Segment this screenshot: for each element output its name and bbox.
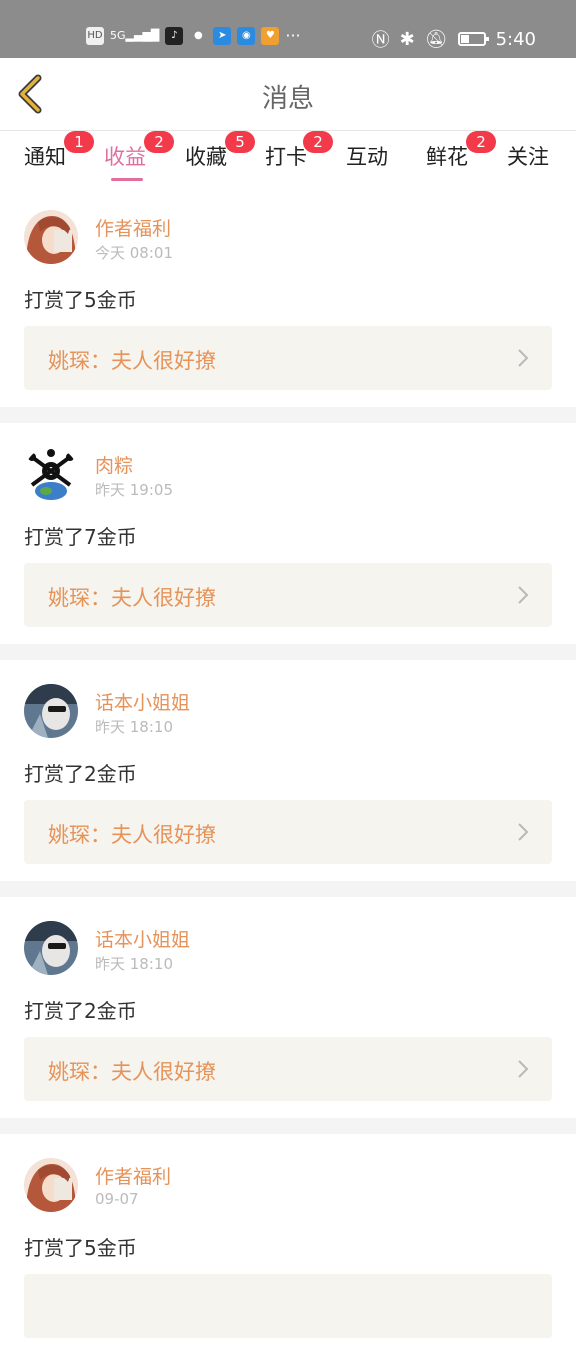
tab-bar: 通知 1 收益 2 收藏 5 打卡 2 互动 鲜花 2 关注 <box>0 131 576 185</box>
list-item: 作者福利 09-07 打赏了5金币 <box>0 1134 576 1355</box>
status-bar-right: Ⓝ ✱ 🔕︎ 5:40 <box>372 26 536 52</box>
book-link[interactable]: 姚琛：夫人很好撩 <box>24 1037 552 1101</box>
message-text: 打赏了2金币 <box>24 999 137 1023</box>
nfc-icon: Ⓝ <box>371 30 390 51</box>
app-header: 消息 <box>0 58 576 131</box>
avatar[interactable] <box>24 447 78 501</box>
bluetooth-icon: ✱ <box>399 28 415 50</box>
tab-checkin[interactable]: 打卡 2 <box>265 131 333 171</box>
list-item: 作者福利 今天 08:01 打赏了5金币 姚琛：夫人很好撩 <box>0 186 576 407</box>
list-item: 话本小姐姐 昨天 18:10 打赏了2金币 姚琛：夫人很好撩 <box>0 897 576 1118</box>
chevron-right-icon <box>518 349 529 367</box>
hd-icon: HD <box>86 26 104 45</box>
chevron-right-icon <box>518 586 529 604</box>
book-link[interactable] <box>24 1274 552 1338</box>
list-item: 肉粽 昨天 19:05 打赏了7金币 姚琛：夫人很好撩 <box>0 423 576 644</box>
5g-signal-icon: 5G▂▄▆█ <box>110 29 160 42</box>
book-title: 姚琛：夫人很好撩 <box>48 1060 216 1084</box>
clock: 5:40 <box>495 28 536 50</box>
message-text: 打赏了7金币 <box>24 525 137 549</box>
divider <box>0 644 576 660</box>
book-link[interactable]: 姚琛：夫人很好撩 <box>24 563 552 627</box>
more-icon: ··· <box>285 26 301 45</box>
avatar[interactable] <box>24 1158 78 1212</box>
tab-notifications[interactable]: 通知 1 <box>24 131 94 171</box>
tab-label: 鲜花 <box>426 145 468 169</box>
tab-favorites[interactable]: 收藏 5 <box>185 131 255 171</box>
divider <box>0 407 576 423</box>
heart-app-icon: ♥ <box>261 26 280 45</box>
book-link[interactable]: 姚琛：夫人很好撩 <box>24 326 552 390</box>
tab-badge: 1 <box>64 131 94 153</box>
bulb-app-icon: ◉ <box>237 26 256 45</box>
avatar[interactable] <box>24 210 78 264</box>
telegram-icon: ➤ <box>213 26 232 45</box>
status-bar-app-icons: HD 5G▂▄▆█ ♪ ● ➤ ◉ ♥ ··· <box>86 26 301 45</box>
tab-earnings[interactable]: 收益 2 <box>104 131 174 181</box>
tab-badge: 2 <box>303 131 333 153</box>
divider <box>0 881 576 897</box>
tab-label: 互动 <box>346 145 388 169</box>
sender-name[interactable]: 话本小姐姐 <box>95 925 190 952</box>
book-link[interactable]: 姚琛：夫人很好撩 <box>24 800 552 864</box>
tiktok-icon: ♪ <box>165 26 184 45</box>
sender-name[interactable]: 肉粽 <box>95 451 133 478</box>
list-item: 话本小姐姐 昨天 18:10 打赏了2金币 姚琛：夫人很好撩 <box>0 660 576 881</box>
chevron-right-icon <box>518 1060 529 1078</box>
tab-label: 收藏 <box>185 145 227 169</box>
book-title: 姚琛：夫人很好撩 <box>48 349 216 373</box>
message-text: 打赏了2金币 <box>24 762 137 786</box>
tab-label: 通知 <box>24 145 66 169</box>
qq-icon: ● <box>194 29 203 41</box>
message-list: 作者福利 今天 08:01 打赏了5金币 姚琛：夫人很好撩 肉粽 昨天 19:0… <box>0 186 576 1355</box>
avatar[interactable] <box>24 921 78 975</box>
sender-name[interactable]: 话本小姐姐 <box>95 688 190 715</box>
battery-icon <box>457 32 489 46</box>
message-time: 今天 08:01 <box>95 244 173 262</box>
tab-label: 收益 <box>104 145 146 169</box>
tab-badge: 2 <box>144 131 174 153</box>
tab-label: 关注 <box>507 145 549 169</box>
sender-name[interactable]: 作者福利 <box>95 1162 171 1189</box>
message-text: 打赏了5金币 <box>24 288 137 312</box>
book-title: 姚琛：夫人很好撩 <box>48 823 216 847</box>
divider <box>0 1118 576 1134</box>
message-time: 昨天 18:10 <box>95 718 173 736</box>
book-title: 姚琛：夫人很好撩 <box>48 586 216 610</box>
status-bar: HD 5G▂▄▆█ ♪ ● ➤ ◉ ♥ ··· Ⓝ ✱ 🔕︎ 5:40 <box>0 0 576 58</box>
message-time: 09-07 <box>95 1190 139 1208</box>
message-time: 昨天 19:05 <box>95 481 173 499</box>
tab-label: 打卡 <box>265 145 307 169</box>
chevron-right-icon <box>518 823 529 841</box>
tab-interaction[interactable]: 互动 <box>346 141 388 171</box>
message-time: 昨天 18:10 <box>95 955 173 973</box>
sender-name[interactable]: 作者福利 <box>95 214 171 241</box>
tab-flowers[interactable]: 鲜花 2 <box>426 131 496 171</box>
tab-following[interactable]: 关注 <box>507 141 549 171</box>
message-text: 打赏了5金币 <box>24 1236 137 1260</box>
page-title: 消息 <box>261 84 314 114</box>
avatar[interactable] <box>24 684 78 738</box>
tab-badge: 2 <box>466 131 496 153</box>
tab-badge: 5 <box>225 131 255 153</box>
active-tab-indicator <box>111 178 143 181</box>
mute-bell-icon: 🔕︎ <box>424 28 448 50</box>
